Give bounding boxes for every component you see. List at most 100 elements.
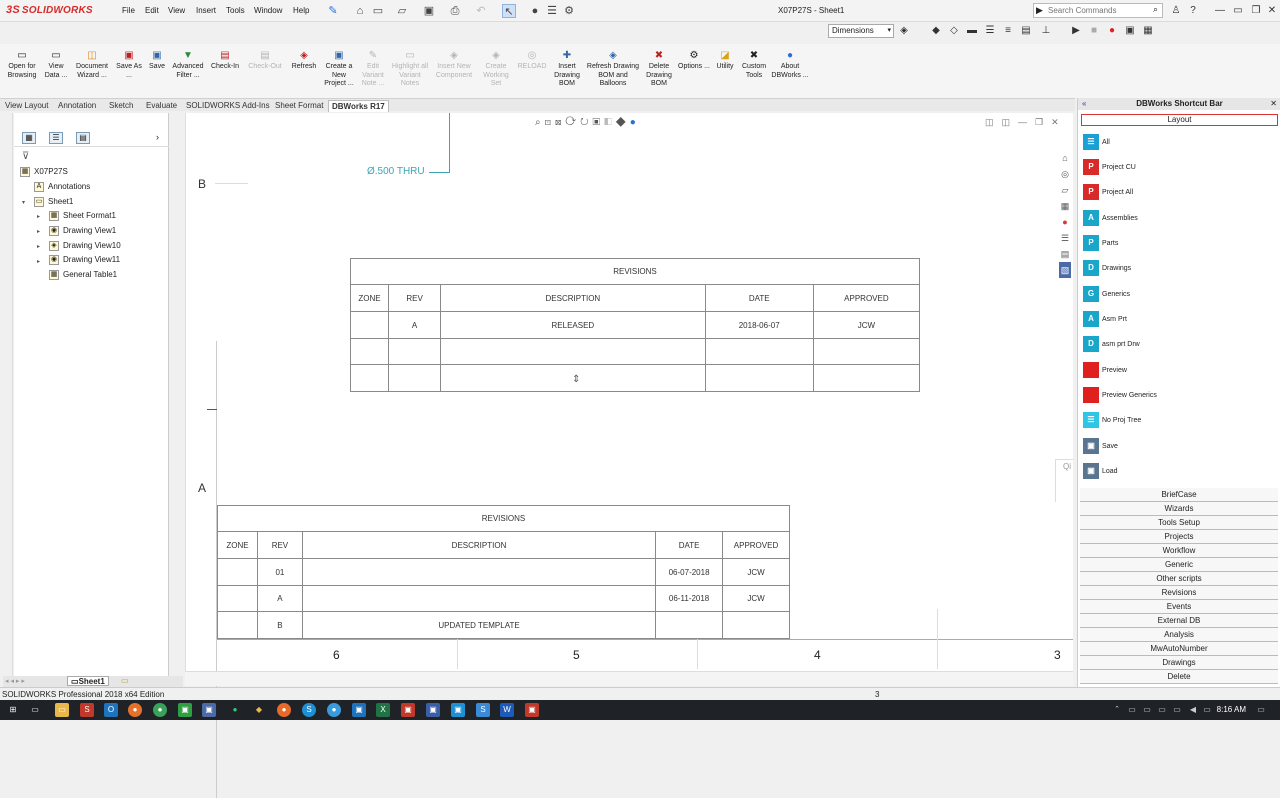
task-view-icon[interactable]: ▭ bbox=[28, 703, 42, 717]
dimension-style-icon[interactable]: ◈ bbox=[898, 25, 910, 37]
minimize-icon[interactable]: — bbox=[1212, 3, 1228, 19]
create-working-set-button[interactable]: ◈ Create Working Set bbox=[478, 50, 514, 89]
windows-start-icon[interactable]: ⊞ bbox=[6, 703, 20, 717]
check-in-button[interactable]: ▤ Check-In bbox=[208, 50, 242, 72]
tab-sketch[interactable]: Sketch bbox=[106, 100, 136, 112]
app-word-icon[interactable]: ▣ bbox=[352, 703, 366, 717]
previous-view-icon[interactable]: ⊠ bbox=[555, 117, 565, 128]
pin-pane-icon[interactable]: ✕ bbox=[1270, 98, 1277, 110]
undo-icon[interactable]: ↶ bbox=[474, 4, 488, 18]
create-new-project-button[interactable]: ▣ Create a New Project ... bbox=[322, 50, 356, 89]
tab-sheet-format[interactable]: Sheet Format bbox=[272, 100, 326, 112]
restore-window-icon[interactable]: ▭ bbox=[1230, 3, 1246, 19]
shortcut-drawings[interactable]: D Drawings bbox=[1083, 260, 1131, 278]
document-wizard-button[interactable]: ◫ Document Wizard ... bbox=[73, 50, 111, 80]
minimize-viewport-icon[interactable]: — bbox=[1018, 117, 1035, 127]
shortcut-preview-generics[interactable]: Preview Generics bbox=[1083, 387, 1157, 405]
expand-icon[interactable]: ▸ bbox=[37, 258, 40, 265]
zoom-to-fit-icon[interactable]: ⌕ bbox=[535, 117, 545, 128]
tree-item-general-table1[interactable]: ▦ General Table1 bbox=[49, 270, 117, 280]
reload-button[interactable]: ◎ RELOAD bbox=[516, 50, 548, 72]
macro-edit-icon[interactable]: ▣ bbox=[1124, 25, 1136, 37]
sheet-tab-sheet1[interactable]: ▭Sheet1 bbox=[67, 676, 109, 686]
display-icon[interactable]: ▣ bbox=[593, 117, 605, 128]
horizontal-scrollbar[interactable] bbox=[185, 671, 1073, 686]
view-data-button[interactable]: ▭ View Data ... bbox=[42, 50, 70, 80]
pan-icon[interactable]: ⟳ bbox=[565, 117, 580, 128]
tree-item-drawing-view1[interactable]: ◉ Drawing View1 bbox=[49, 226, 116, 236]
menu-help[interactable]: Help bbox=[293, 6, 309, 15]
custom-properties-icon[interactable]: ☰ bbox=[1059, 230, 1071, 246]
color-display-icon[interactable]: ⊥ bbox=[1040, 25, 1052, 37]
macro-new-icon[interactable]: ▦ bbox=[1142, 25, 1154, 37]
close-viewport-icon[interactable]: ✕ bbox=[1051, 117, 1067, 127]
collapse-pane-icon[interactable]: « bbox=[1082, 98, 1086, 110]
options-button[interactable]: ⚙ Options ... bbox=[678, 50, 710, 72]
section-other-scripts[interactable]: Other scripts bbox=[1080, 572, 1278, 586]
app-chat-icon[interactable]: ▣ bbox=[451, 703, 465, 717]
section-briefcase[interactable]: BriefCase bbox=[1080, 488, 1278, 502]
tree-item-drawing-view10[interactable]: ◈ Drawing View10 bbox=[49, 241, 121, 251]
table-row[interactable]: B UPDATED TEMPLATE bbox=[217, 611, 790, 639]
search-commands[interactable]: ▶ ⌕ bbox=[1033, 3, 1163, 18]
menu-view[interactable]: View bbox=[168, 6, 185, 15]
home-icon[interactable]: ⌂ bbox=[1059, 150, 1071, 166]
tree-item-annotations[interactable]: A Annotations bbox=[34, 182, 90, 192]
outlook-icon[interactable]: O bbox=[104, 703, 118, 717]
shortcut-project-cu[interactable]: P Project CU bbox=[1083, 159, 1136, 177]
shortcut-asm-prt-drw[interactable]: Dasm prt Drw bbox=[1083, 336, 1140, 354]
layout-header[interactable]: Layout bbox=[1081, 114, 1278, 126]
expand-icon[interactable]: ▸ bbox=[37, 213, 40, 220]
tab-dbworks[interactable]: DBWorks R17 bbox=[328, 100, 389, 112]
file-explorer-icon[interactable]: ▭ bbox=[55, 703, 69, 717]
section-analysis[interactable]: Analysis bbox=[1080, 628, 1278, 642]
table-row[interactable]: 01 06-07-2018 JCW bbox=[217, 558, 790, 586]
table-row[interactable] bbox=[349, 364, 921, 392]
section-generic[interactable]: Generic bbox=[1080, 558, 1278, 572]
line-style-icon[interactable]: ≡ bbox=[1002, 25, 1014, 37]
file-properties-icon[interactable]: ☰ bbox=[545, 4, 559, 18]
graphics-area[interactable]: ⌕⊡⊠⟳↻▣◧◆● ◫◫—❐✕ ⌂ ◎ ▱ ▦ ● ☰ ▤ ▧ Ø.500 TH… bbox=[185, 113, 1073, 798]
layer-props-icon[interactable]: ◇ bbox=[948, 25, 960, 37]
file-explorer-icon[interactable]: ▱ bbox=[1059, 182, 1071, 198]
shortcut-no-proj-tree[interactable]: ☰ No Proj Tree bbox=[1083, 412, 1141, 430]
chevron-right-icon[interactable]: › bbox=[156, 132, 159, 142]
zoom-area-icon[interactable]: ⊡ bbox=[545, 117, 555, 128]
insert-new-component-button[interactable]: ◈ Insert New Component bbox=[432, 50, 476, 80]
view-palette-icon[interactable]: ▦ bbox=[1059, 198, 1071, 214]
feature-tree-icon[interactable]: ▦ bbox=[22, 132, 36, 144]
check-out-button[interactable]: ▤ Check-Out bbox=[244, 50, 286, 72]
search-icon[interactable]: ⌕ bbox=[1153, 4, 1158, 15]
shortcut-save[interactable]: ▣ Save bbox=[1083, 438, 1118, 456]
dbworks-tab-icon[interactable]: ▤ bbox=[1059, 246, 1071, 262]
collapse-icon[interactable]: ▾ bbox=[22, 199, 25, 206]
save-button[interactable]: ▣ Save bbox=[145, 50, 169, 72]
expand-icon[interactable]: ▸ bbox=[37, 243, 40, 250]
highlight-variant-notes-button[interactable]: ▭ Highlight all Variant Notes bbox=[390, 50, 430, 89]
hide-show-edges-icon[interactable]: ▤ bbox=[1020, 25, 1032, 37]
app-circle-icon[interactable]: ● bbox=[327, 703, 341, 717]
rebuild-icon[interactable]: ● bbox=[528, 4, 542, 18]
app-leaf-icon[interactable]: ● bbox=[228, 703, 242, 717]
section-tools-setup[interactable]: Tools Setup bbox=[1080, 516, 1278, 530]
line-thickness-icon[interactable]: ☰ bbox=[984, 25, 996, 37]
split-view2-icon[interactable]: ◫ bbox=[1002, 117, 1019, 127]
chrome-icon[interactable]: ● bbox=[153, 703, 167, 717]
save-as-button[interactable]: ▣ Save As ... bbox=[115, 50, 143, 80]
app-doc-icon[interactable]: ▣ bbox=[426, 703, 440, 717]
clock[interactable]: 8:16 AM bbox=[1210, 705, 1246, 714]
app-orange-icon[interactable]: ● bbox=[277, 703, 291, 717]
menu-file[interactable]: File bbox=[122, 6, 135, 15]
table-row[interactable]: A RELEASED 2018-06-07 JCW bbox=[349, 311, 921, 339]
dimensions-select[interactable]: Dimensions ▾ bbox=[828, 24, 894, 38]
firefox-icon[interactable]: ● bbox=[128, 703, 142, 717]
expand-icon[interactable]: ▸ bbox=[37, 228, 40, 235]
notification-icon[interactable]: ▭ bbox=[1254, 703, 1268, 717]
menu-tools[interactable]: Tools bbox=[226, 6, 245, 15]
tab-annotation[interactable]: Annotation bbox=[55, 100, 99, 112]
settings-gear-icon[interactable]: ⚙ bbox=[562, 4, 576, 18]
section-wizards[interactable]: Wizards bbox=[1080, 502, 1278, 516]
acrobat-icon[interactable]: ▣ bbox=[401, 703, 415, 717]
app-s-icon[interactable]: S bbox=[476, 703, 490, 717]
app-logo[interactable]: 3S SOLIDWORKS bbox=[6, 4, 93, 16]
